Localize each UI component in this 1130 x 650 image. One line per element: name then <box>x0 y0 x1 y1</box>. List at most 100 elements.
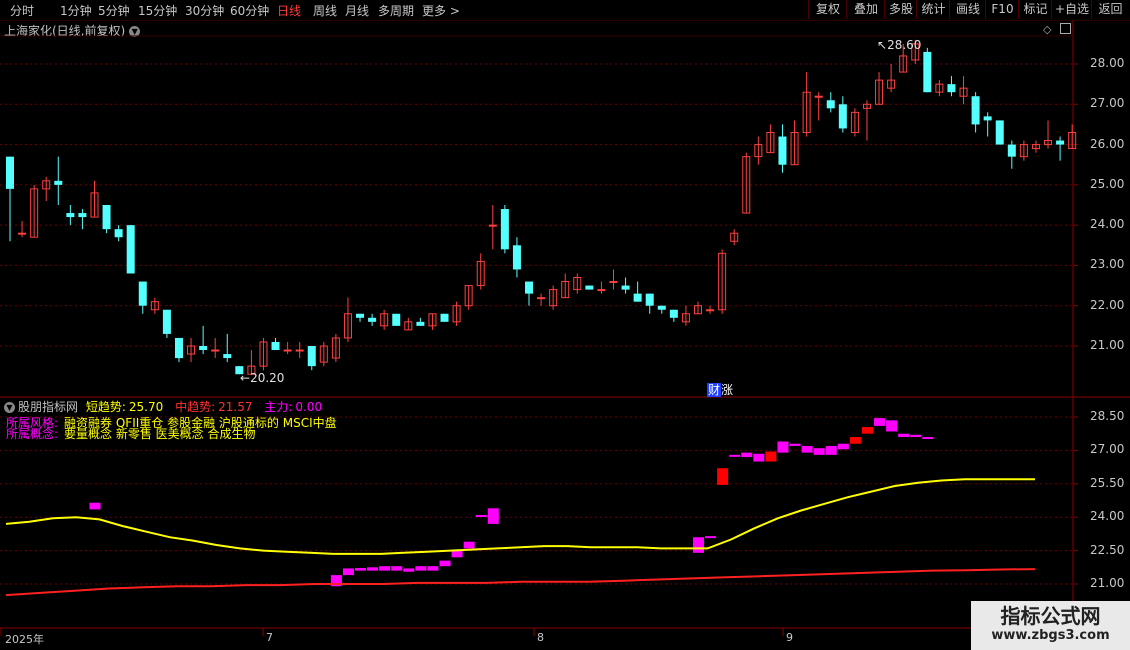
y-tick-label: 26.00 <box>1090 136 1125 151</box>
candle-body <box>947 84 956 93</box>
indicator-bar <box>910 434 922 438</box>
candle <box>78 209 87 230</box>
indicator-bar <box>765 451 777 462</box>
candle-body <box>621 285 630 290</box>
candle-body <box>126 225 135 274</box>
candle <box>54 156 63 205</box>
candle <box>621 277 630 294</box>
indicator-name[interactable]: 股朋指标网 <box>18 400 78 414</box>
candle <box>983 112 992 137</box>
candle <box>935 80 944 97</box>
candle <box>259 337 268 371</box>
candle <box>585 285 594 290</box>
candle-body <box>1056 140 1065 145</box>
candle <box>42 176 51 201</box>
y-tick-label: 24.00 <box>1090 217 1125 232</box>
candle-body <box>416 321 425 326</box>
candle-body <box>500 209 509 250</box>
candle <box>271 337 280 351</box>
candle-body <box>102 205 111 230</box>
indicator-bar <box>922 437 934 440</box>
indicator-bar <box>463 541 475 549</box>
indicator-bar <box>717 468 729 485</box>
indicator-bar <box>439 560 451 567</box>
y-tick-label: 21.00 <box>1090 576 1125 590</box>
indicator-bar <box>427 566 439 571</box>
indicator-bar <box>874 418 886 426</box>
indicator-bar <box>753 453 765 462</box>
watermark-url: www.zbgs3.com <box>991 628 1110 643</box>
candle-body <box>6 156 14 189</box>
candle <box>488 205 497 250</box>
indicator-bar <box>451 550 463 558</box>
candle <box>476 253 485 290</box>
indicator-layer <box>5 418 1036 597</box>
candle <box>6 156 14 242</box>
y-tick-label: 21.00 <box>1090 338 1125 352</box>
candle <box>223 333 232 363</box>
limit-up-event-tag[interactable]: 涨 <box>721 383 733 397</box>
candle <box>404 317 413 331</box>
x-axis-label-september: 9 <box>786 631 793 644</box>
candle-body <box>633 293 642 302</box>
indicator-bar <box>789 443 801 446</box>
candle <box>537 293 546 306</box>
candle-body <box>66 213 75 218</box>
y-tick-label: 24.00 <box>1090 509 1125 524</box>
candle <box>307 346 316 371</box>
indicator-bar <box>705 536 717 539</box>
candle-body <box>356 313 365 318</box>
y-tick-label: 25.00 <box>1090 176 1125 191</box>
candle <box>319 341 328 367</box>
chevron-down-icon[interactable]: ▼ <box>4 402 15 413</box>
candle-body <box>778 136 787 165</box>
main-force-value: 0.00 <box>295 400 323 414</box>
candle-body <box>18 232 27 235</box>
candle-body <box>174 337 183 359</box>
indicator-bar <box>849 437 861 444</box>
candle-body <box>392 313 401 326</box>
candle <box>1031 140 1040 153</box>
candle <box>887 64 896 93</box>
y-tick-label: 28.50 <box>1090 409 1125 423</box>
indicator-bar <box>898 433 910 438</box>
mid-trend-label: 中趋势: <box>175 400 216 414</box>
finance-event-tag[interactable]: 财 <box>707 383 722 397</box>
candle <box>850 108 859 137</box>
candle <box>923 47 932 93</box>
candle <box>18 221 27 238</box>
candle <box>428 313 437 330</box>
candle <box>838 96 847 133</box>
indicator-bar <box>813 448 825 455</box>
candle-body <box>211 349 220 352</box>
candle <box>693 301 702 315</box>
event-tag[interactable]: 财涨 <box>707 381 733 398</box>
candle <box>102 205 111 234</box>
candle <box>114 225 123 242</box>
indicator-bar <box>355 567 367 571</box>
candle <box>331 333 340 363</box>
candle-body <box>295 349 304 352</box>
candle <box>452 301 461 326</box>
indicator-bar <box>342 568 354 576</box>
candle <box>500 205 509 254</box>
indicator-bar <box>692 537 704 553</box>
candle-body <box>669 309 678 318</box>
short-trend-line <box>5 478 1035 555</box>
candle <box>174 337 183 363</box>
candle-body <box>138 281 147 306</box>
candle <box>971 92 980 133</box>
candle <box>440 313 449 322</box>
candle-body <box>199 346 208 351</box>
candle <box>187 337 196 363</box>
mid-trend-line <box>5 568 1036 597</box>
candle <box>814 92 823 121</box>
candle <box>645 293 654 314</box>
candle <box>1007 140 1016 169</box>
candle <box>525 281 534 306</box>
candle <box>416 317 425 326</box>
x-axis-label-year: 2025年 <box>5 633 44 646</box>
high-price-label: 28.60 <box>887 38 922 52</box>
y-tick-label: 23.00 <box>1090 257 1125 272</box>
candle <box>609 269 618 290</box>
